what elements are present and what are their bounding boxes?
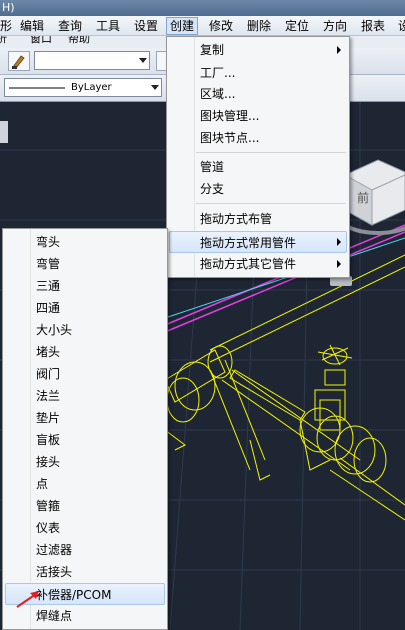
menu-settings[interactable]: 设置 (131, 17, 161, 35)
create-item-block-manage: 图块管理... (200, 109, 260, 123)
fitting-item[interactable]: 大小头 (5, 319, 165, 341)
fitting-item[interactable]: 点 (5, 473, 165, 495)
menu-edit[interactable]: 编辑 (17, 17, 47, 35)
submenu-arrow-icon (337, 260, 341, 268)
fitting-joint: 接头 (36, 455, 61, 469)
menu-delete[interactable]: 删除 (244, 17, 274, 35)
create-menu-item[interactable]: 拖动方式其它管件 (169, 253, 347, 275)
create-item-copy: 复制 (200, 43, 225, 57)
fitting-gasket: 垫片 (36, 411, 61, 425)
menu-create[interactable]: 创建 (166, 17, 199, 35)
fitting-item[interactable]: 弯管 (5, 253, 165, 275)
menu-separator (196, 203, 346, 204)
fitting-item[interactable]: 管箍 (5, 495, 165, 517)
submenu-arrow-icon (337, 46, 341, 54)
linetype-combo[interactable]: ByLayer (4, 78, 162, 97)
fitting-point: 点 (36, 477, 49, 491)
create-menu-item[interactable]: 拖动方式布管 (169, 208, 347, 230)
fitting-item[interactable]: 法兰 (5, 385, 165, 407)
match-properties-icon[interactable] (8, 51, 30, 71)
create-menu-item[interactable]: 图块管理... (169, 105, 347, 127)
fitting-item[interactable]: 四通 (5, 297, 165, 319)
fitting-union: 活接头 (36, 565, 73, 579)
create-menu-item[interactable]: 图块节点... (169, 127, 347, 149)
fitting-bend: 弯管 (36, 257, 61, 271)
fitting-item[interactable]: 弯头 (5, 231, 165, 253)
fitting-tee: 三通 (36, 279, 61, 293)
create-item-block-node: 图块节点... (200, 131, 260, 145)
create-menu-item-highlighted[interactable]: 拖动方式常用管件 (169, 231, 347, 253)
fitting-elbow: 弯头 (36, 235, 61, 249)
fitting-item[interactable]: 接头 (5, 451, 165, 473)
create-menu-item[interactable]: 复制 (169, 39, 347, 61)
create-menu-item[interactable]: 管道 (169, 156, 347, 178)
fitting-item[interactable]: 仪表 (5, 517, 165, 539)
menu-report[interactable]: 报表 (358, 17, 388, 35)
fitting-item[interactable]: 垫片 (5, 407, 165, 429)
create-menu-item[interactable]: 区域... (169, 83, 347, 105)
viewcube-face-label: 前 (357, 190, 369, 205)
fitting-plug: 堵头 (36, 345, 61, 359)
linetype-value: ByLayer (71, 82, 112, 93)
fitting-cross: 四通 (36, 301, 61, 315)
create-item-drag-common-fittings: 拖动方式常用管件 (200, 236, 297, 250)
fitting-item[interactable]: 阀门 (5, 363, 165, 385)
create-item-drag-pipe: 拖动方式布管 (200, 212, 273, 226)
menu-query[interactable]: 查询 (55, 17, 85, 35)
color-combo[interactable] (34, 51, 150, 70)
fitting-reducer: 大小头 (36, 323, 73, 337)
create-menu-item[interactable]: 分支 (169, 178, 347, 200)
fitting-blind: 盲板 (36, 433, 61, 447)
fitting-coupling: 管箍 (36, 499, 61, 513)
fitting-item[interactable]: 过滤器 (5, 539, 165, 561)
menu-window[interactable]: 窗口 (30, 36, 52, 48)
fitting-flange: 法兰 (36, 389, 61, 403)
title-bar: H) (0, 0, 405, 16)
menu-settings-2[interactable]: 设 (395, 17, 405, 35)
fitting-item[interactable]: 堵头 (5, 341, 165, 363)
menu-tools[interactable]: 工具 (93, 17, 123, 35)
menu-separator (196, 152, 346, 153)
menu-modify[interactable]: 修改 (206, 17, 236, 35)
fittings-submenu: 弯头 弯管 三通 四通 大小头 堵头 阀门 法兰 垫片 盲板 接头 点 管箍 仪… (2, 228, 168, 630)
fitting-item[interactable]: 盲板 (5, 429, 165, 451)
create-item-drag-other-fittings: 拖动方式其它管件 (200, 257, 297, 271)
create-menu: 复制 工厂... 区域... 图块管理... 图块节点... 管道 分支 拖动方… (166, 36, 350, 278)
fitting-compensator: 补偿器/PCOM (36, 588, 112, 602)
window-title: H) (2, 1, 15, 14)
menu-help[interactable]: 帮助 (68, 36, 90, 48)
menu-direction[interactable]: 方向 (320, 17, 350, 35)
fitting-instrument: 仪表 (36, 521, 61, 535)
menu-locate[interactable]: 定位 (282, 17, 312, 35)
fitting-filter: 过滤器 (36, 543, 73, 557)
create-menu-item[interactable]: 工厂... (169, 62, 347, 84)
red-arrow-icon (16, 591, 39, 608)
submenu-arrow-icon (337, 238, 341, 246)
menu-analyze[interactable]: 析 (0, 36, 7, 48)
palette-tab[interactable] (0, 121, 8, 143)
fitting-item[interactable]: 活接头 (5, 561, 165, 583)
fitting-valve: 阀门 (36, 367, 61, 381)
menu-bar: 形 编辑 查询 工具 设置 创建 修改 删除 定位 方向 报表 设 (0, 16, 405, 36)
menu-xing[interactable]: 形 (0, 17, 15, 35)
fitting-item[interactable]: 三通 (5, 275, 165, 297)
create-item-area: 区域... (200, 87, 236, 101)
create-item-pipe: 管道 (200, 160, 225, 174)
create-item-branch: 分支 (200, 182, 225, 196)
create-item-factory: 工厂... (200, 66, 236, 80)
